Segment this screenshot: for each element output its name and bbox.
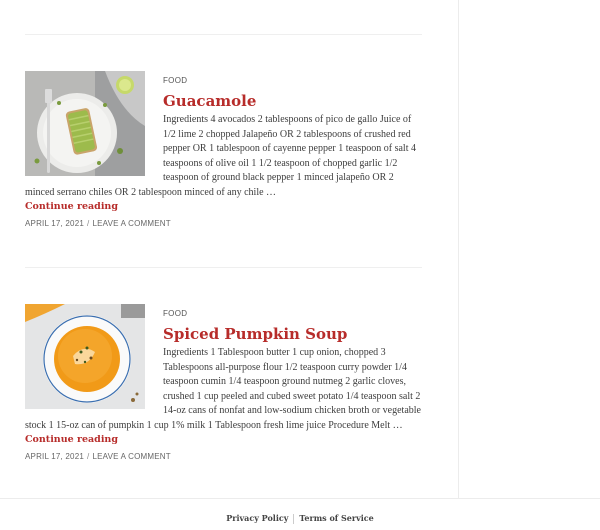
meta-separator: /: [87, 451, 90, 461]
post-thumbnail-guacamole[interactable]: [25, 71, 145, 176]
leave-comment-link[interactable]: LEAVE A COMMENT: [92, 219, 170, 228]
continue-reading-link[interactable]: Continue reading: [25, 201, 118, 212]
privacy-policy-link[interactable]: Privacy Policy: [221, 513, 293, 523]
avocado-toast-image: [25, 71, 145, 176]
post-meta: APRIL 17, 2021/LEAVE A COMMENT: [25, 452, 423, 461]
meta-separator: /: [87, 218, 90, 228]
continue-reading-link[interactable]: Continue reading: [25, 434, 118, 445]
leave-comment-link[interactable]: LEAVE A COMMENT: [92, 452, 170, 461]
post-guacamole: FOOD Guacamole Ingredients 4 avocados 2 …: [25, 71, 423, 228]
site-footer: Privacy Policy Terms of Service: [0, 513, 600, 524]
footer-divider: [0, 498, 600, 499]
post-thumbnail-pumpkin-soup[interactable]: [25, 304, 145, 409]
pumpkin-soup-image: [25, 304, 145, 409]
post-spiced-pumpkin-soup: FOOD Spiced Pumpkin Soup Ingredients 1 T…: [25, 304, 423, 461]
post-date[interactable]: APRIL 17, 2021: [25, 452, 84, 461]
post-date[interactable]: APRIL 17, 2021: [25, 219, 84, 228]
sidebar-divider: [458, 0, 459, 498]
terms-of-service-link[interactable]: Terms of Service: [294, 513, 378, 523]
post-meta: APRIL 17, 2021/LEAVE A COMMENT: [25, 219, 423, 228]
post-divider: [25, 267, 422, 268]
post-divider-top: [25, 34, 422, 35]
